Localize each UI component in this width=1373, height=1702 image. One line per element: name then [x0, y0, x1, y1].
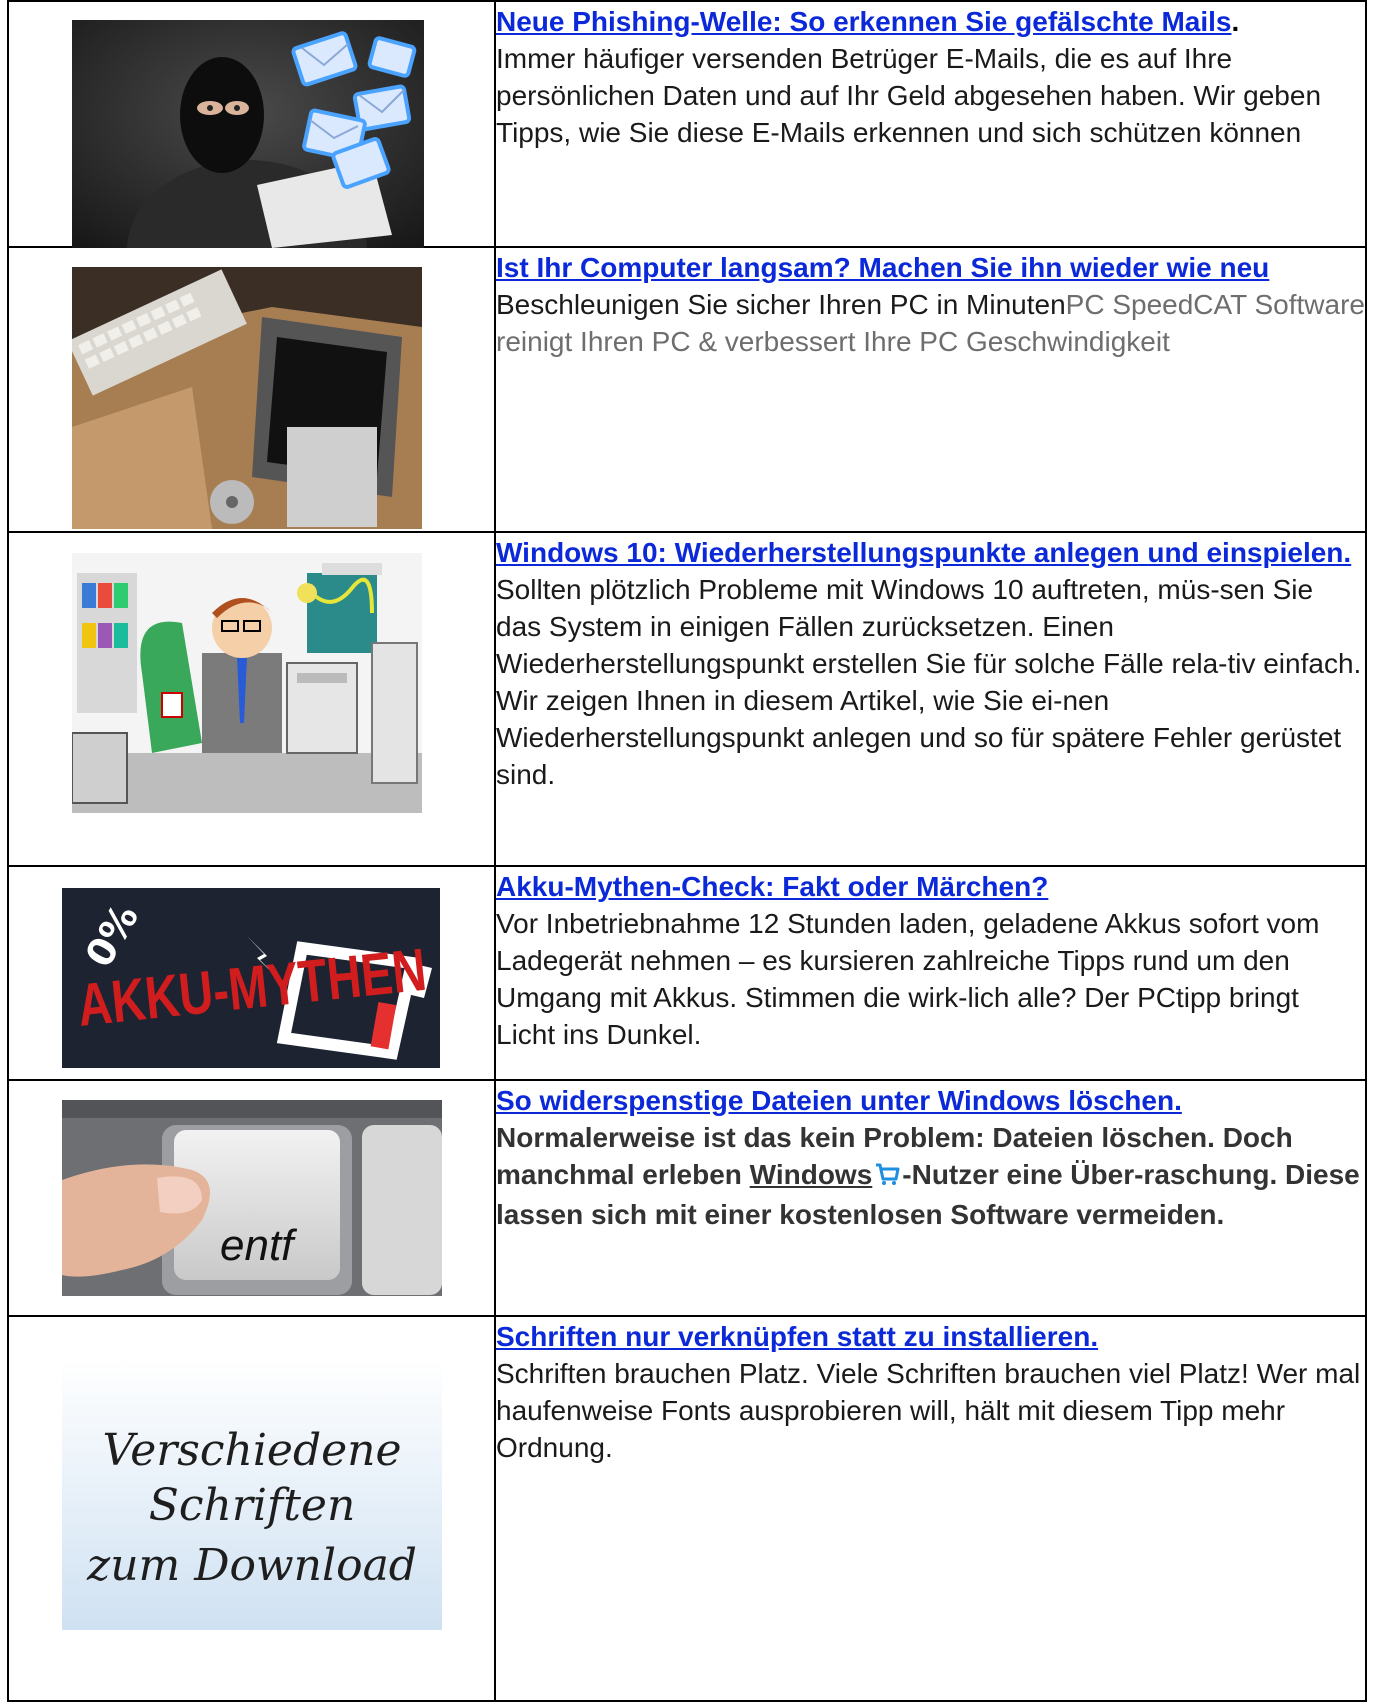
handwriting-line: zum Download — [86, 1540, 417, 1591]
article-row: 0% AKKU-MYTHEN Akku-Mythen-Check: Fakt o… — [7, 865, 1367, 1081]
article-text-cell: Schriften nur verknüpfen statt zu instal… — [494, 1315, 1367, 1702]
windows-link[interactable]: Windows — [750, 1159, 873, 1190]
article-text-cell: So widerspenstige Dateien unter Windows … — [494, 1079, 1367, 1317]
article-text-cell: Ist Ihr Computer langsam? Machen Sie ihn… — [494, 246, 1367, 533]
article-description: Sollten plötzlich Probleme mit Windows 1… — [496, 574, 1362, 790]
article-text-cell: Windows 10: Wiederherstellungspunkte anl… — [494, 531, 1367, 867]
entf-key-label: entf — [220, 1221, 298, 1270]
article-title-link[interactable]: Windows 10: Wiederherstellungspunkte anl… — [496, 537, 1351, 568]
stressed-worker-cartoon-image — [72, 553, 422, 813]
article-title-link[interactable]: Akku-Mythen-Check: Fakt oder Märchen? — [496, 871, 1048, 902]
article-image-cell — [7, 246, 496, 533]
article-description: Immer häufiger versenden Betrüger E-Mail… — [496, 43, 1322, 148]
entf-key-image: entf — [62, 1100, 442, 1296]
handwriting-line: Schriften — [149, 1480, 356, 1531]
article-title-link[interactable]: Ist Ihr Computer langsam? Machen Sie ihn… — [496, 252, 1269, 283]
article-row: Windows 10: Wiederherstellungspunkte anl… — [7, 531, 1367, 867]
old-computer-box-image — [72, 267, 422, 529]
article-row: Ist Ihr Computer langsam? Machen Sie ihn… — [7, 246, 1367, 533]
articles-table: Neue Phishing-Welle: So erkennen Sie gef… — [7, 0, 1367, 1702]
article-text-cell: Neue Phishing-Welle: So erkennen Sie gef… — [494, 0, 1367, 248]
article-title-link[interactable]: So widerspenstige Dateien unter Windows … — [496, 1085, 1182, 1116]
article-description: Normalerweise ist das kein Problem: Date… — [496, 1119, 1365, 1233]
article-description: Schriften brauchen Platz. Viele Schrifte… — [496, 1358, 1361, 1463]
article-description: Beschleunigen Sie sicher Ihren PC in Min… — [496, 286, 1365, 360]
shopping-cart-icon[interactable] — [874, 1159, 900, 1196]
title-period: . — [1231, 6, 1240, 37]
article-text-cell: Akku-Mythen-Check: Fakt oder Märchen? Vo… — [494, 865, 1367, 1081]
article-image-cell: Verschiedene Schriften zum Download — [7, 1315, 496, 1702]
description-part: Beschleunigen Sie sicher Ihren PC in Min… — [496, 289, 1066, 320]
article-image-cell: entf — [7, 1079, 496, 1317]
article-image-cell: 0% AKKU-MYTHEN — [7, 865, 496, 1081]
article-row: entf So widerspenstige Dateien unter Win… — [7, 1079, 1367, 1317]
hacker-laptop-image — [72, 20, 424, 248]
akku-mythen-image: 0% AKKU-MYTHEN — [62, 888, 440, 1068]
handwriting-line: Verschiedene — [102, 1425, 401, 1476]
article-image-cell — [7, 0, 496, 248]
article-row: Neue Phishing-Welle: So erkennen Sie gef… — [7, 0, 1367, 248]
article-image-cell — [7, 531, 496, 867]
article-row: Verschiedene Schriften zum Download Schr… — [7, 1315, 1367, 1702]
article-description: Vor Inbetriebnahme 12 Stunden laden, gel… — [496, 908, 1320, 1050]
article-title-link[interactable]: Neue Phishing-Welle: So erkennen Sie gef… — [496, 6, 1231, 37]
schriften-handwriting-image: Verschiedene Schriften zum Download — [62, 1360, 442, 1630]
article-title-link[interactable]: Schriften nur verknüpfen statt zu instal… — [496, 1321, 1098, 1352]
